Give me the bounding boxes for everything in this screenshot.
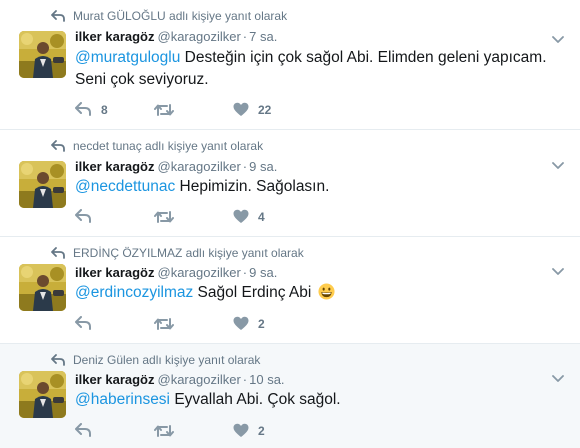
tweet-text: @necdettunac Hepimizin. Sağolasın. (75, 176, 565, 198)
display-name[interactable]: ilker karagöz (75, 372, 155, 387)
display-name[interactable]: ilker karagöz (75, 265, 155, 280)
timestamp[interactable]: 10 sa. (249, 372, 284, 387)
user-handle[interactable]: @karagozilker (158, 265, 241, 280)
reply-icon (75, 209, 91, 223)
reply-button[interactable] (75, 314, 135, 334)
tweet-header: ilker karagöz @karagozilker · 9 sa. (75, 159, 277, 174)
separator-dot: · (242, 159, 248, 174)
avatar[interactable] (19, 161, 66, 208)
like-count: 2 (258, 317, 265, 331)
like-count: 4 (258, 210, 265, 224)
tweet-text: @haberinsesi Eyvallah Abi. Çok sağol. (75, 389, 565, 411)
chevron-down-icon[interactable] (552, 162, 564, 170)
reply-count: 8 (101, 103, 108, 117)
like-button[interactable]: 2 (233, 314, 293, 334)
retweet-icon (154, 425, 174, 437)
display-name[interactable]: ilker karagöz (75, 159, 155, 174)
grinning-face-emoji-icon (318, 283, 335, 300)
retweet-icon (154, 318, 174, 330)
mention-link[interactable]: @muratguloglu (75, 49, 180, 66)
chevron-down-icon[interactable] (552, 268, 564, 276)
timestamp[interactable]: 9 sa. (249, 265, 277, 280)
reply-icon (75, 423, 91, 437)
separator-dot: · (242, 265, 248, 280)
heart-icon (233, 209, 249, 223)
reply-context-label[interactable]: Deniz Gülen adlı kişiye yanıt olarak (73, 353, 260, 367)
like-button[interactable]: 2 (233, 421, 293, 441)
tweet-body: Hepimizin. Sağolasın. (175, 178, 330, 195)
user-handle[interactable]: @karagozilker (158, 159, 241, 174)
reply-context-label[interactable]: Murat GÜLOĞLU adlı kişiye yanıt olarak (73, 9, 287, 23)
chevron-down-icon[interactable] (552, 36, 564, 44)
mention-link[interactable]: @necdettunac (75, 178, 175, 195)
reply-button[interactable] (75, 207, 135, 227)
separator-dot: · (242, 29, 248, 44)
user-handle[interactable]: @karagozilker (158, 29, 241, 44)
reply-context-icon (51, 247, 65, 259)
display-name[interactable]: ilker karagöz (75, 29, 155, 44)
like-button[interactable]: 22 (233, 100, 293, 120)
retweet-button[interactable] (154, 421, 214, 441)
reply-icon (75, 102, 91, 116)
reply-icon (75, 316, 91, 330)
reply-context-icon (51, 140, 65, 152)
retweet-button[interactable] (154, 207, 214, 227)
reply-button[interactable]: 8 (75, 100, 135, 120)
timestamp[interactable]: 7 sa. (249, 29, 277, 44)
tweet-header: ilker karagöz @karagozilker · 10 sa. (75, 372, 285, 387)
heart-icon (233, 423, 249, 437)
heart-icon (233, 102, 249, 116)
heart-icon (233, 316, 249, 330)
retweet-button[interactable] (154, 314, 214, 334)
user-handle[interactable]: @karagozilker (158, 372, 241, 387)
tweet-text: @erdincozyilmaz Sağol Erdinç Abi (75, 282, 565, 304)
reply-button[interactable] (75, 421, 135, 441)
tweet-feed: Murat GÜLOĞLU adlı kişiye yanıt olarak i… (0, 0, 580, 448)
tweet-item[interactable]: ERDİNÇ ÖZYILMAZ adlı kişiye yanıt olarak… (0, 237, 580, 344)
like-count: 2 (258, 424, 265, 438)
tweet-item[interactable]: Murat GÜLOĞLU adlı kişiye yanıt olarak i… (0, 0, 580, 130)
tweet-body: Sağol Erdinç Abi (193, 284, 316, 301)
mention-link[interactable]: @erdincozyilmaz (75, 284, 193, 301)
chevron-down-icon[interactable] (552, 375, 564, 383)
tweet-text: @muratguloglu Desteğin için çok sağol Ab… (75, 47, 565, 91)
timestamp[interactable]: 9 sa. (249, 159, 277, 174)
like-count: 22 (258, 103, 272, 117)
reply-context-label[interactable]: ERDİNÇ ÖZYILMAZ adlı kişiye yanıt olarak (73, 246, 304, 260)
tweet-header: ilker karagöz @karagozilker · 7 sa. (75, 29, 277, 44)
avatar[interactable] (19, 31, 66, 78)
tweet-item[interactable]: necdet tunaç adlı kişiye yanıt olarak il… (0, 130, 580, 237)
separator-dot: · (242, 372, 248, 387)
tweet-header: ilker karagöz @karagozilker · 9 sa. (75, 265, 277, 280)
tweet-body: Eyvallah Abi. Çok sağol. (170, 391, 341, 408)
retweet-icon (154, 211, 174, 223)
like-button[interactable]: 4 (233, 207, 293, 227)
mention-link[interactable]: @haberinsesi (75, 391, 170, 408)
tweet-item[interactable]: Deniz Gülen adlı kişiye yanıt olarak ilk… (0, 344, 580, 448)
retweet-button[interactable] (154, 100, 214, 120)
reply-context-icon (51, 354, 65, 366)
reply-context-icon (51, 10, 65, 22)
retweet-icon (154, 104, 174, 116)
reply-context-label[interactable]: necdet tunaç adlı kişiye yanıt olarak (73, 139, 263, 153)
avatar[interactable] (19, 264, 66, 311)
avatar[interactable] (19, 371, 66, 418)
